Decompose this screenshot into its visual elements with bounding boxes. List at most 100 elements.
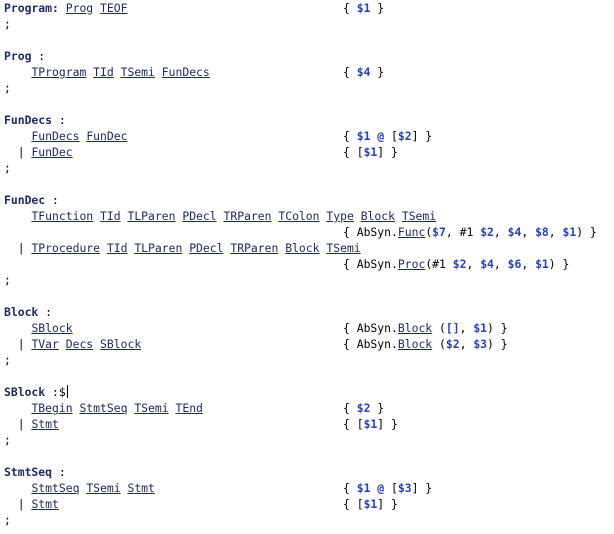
- symbol-reference[interactable]: TLParen: [134, 241, 182, 255]
- constructor-reference[interactable]: Func: [398, 225, 425, 239]
- symbol-reference[interactable]: TRParen: [230, 241, 278, 255]
- code-text: ,: [521, 257, 536, 271]
- code-text: [: [384, 129, 398, 143]
- grammar-rule-text: ;: [4, 160, 11, 176]
- symbol-reference[interactable]: TBegin: [31, 401, 72, 415]
- symbol-reference[interactable]: FunDecs: [162, 65, 210, 79]
- symbol-reference[interactable]: TVar: [31, 337, 58, 351]
- symbol-reference[interactable]: TSemi: [326, 241, 360, 255]
- semantic-action: { AbSyn.Block ($2, $3) }: [343, 336, 508, 352]
- code-text: :: [52, 113, 66, 127]
- dollar-variable: $1: [363, 145, 378, 159]
- symbol-reference[interactable]: SBlock: [100, 337, 141, 351]
- code-text: { AbSyn.: [343, 225, 398, 239]
- symbol-reference[interactable]: Stmt: [31, 417, 58, 431]
- dollar-variable: $2: [480, 225, 494, 239]
- symbol-reference[interactable]: TSemi: [134, 401, 168, 415]
- grammar-rule-text: | Stmt: [4, 416, 59, 432]
- symbol-reference[interactable]: StmtSeq: [31, 481, 79, 495]
- symbol-reference[interactable]: TEOF: [100, 1, 127, 15]
- dollar-variable: $8: [535, 225, 549, 239]
- code-text: ;: [4, 161, 11, 175]
- symbol-reference[interactable]: TLParen: [127, 209, 175, 223]
- code-text: |: [4, 337, 32, 351]
- symbol-reference[interactable]: TFunction: [31, 209, 93, 223]
- nonterminal-name: FunDec: [4, 193, 46, 207]
- code-text: ) }: [487, 321, 508, 335]
- grammar-rule-text: Block :: [4, 304, 52, 320]
- nonterminal-name: Program:: [4, 1, 59, 15]
- symbol-reference[interactable]: StmtSeq: [79, 401, 127, 415]
- symbol-reference[interactable]: FunDec: [86, 129, 127, 143]
- symbol-reference[interactable]: TId: [107, 241, 128, 255]
- dollar-variable: $2: [452, 257, 467, 271]
- grammar-rule-text: SBlock: [4, 320, 72, 336]
- dollar-variable: $4: [480, 257, 494, 271]
- symbol-reference[interactable]: Prog: [66, 1, 93, 15]
- symbol-reference[interactable]: TSemi: [86, 481, 120, 495]
- code-text: ] }: [411, 129, 433, 143]
- symbol-reference[interactable]: TId: [93, 65, 114, 79]
- symbol-reference[interactable]: Block: [285, 241, 319, 255]
- symbol-reference[interactable]: PDecl: [189, 241, 223, 255]
- symbol-reference[interactable]: TId: [100, 209, 121, 223]
- semantic-action: { $4 }: [343, 64, 384, 80]
- grammar-rule-text: ;: [4, 352, 11, 368]
- grammar-rule-text: ;: [4, 16, 11, 32]
- semantic-action: { AbSyn.Block ([], $1) }: [343, 320, 508, 336]
- code-text: ;: [4, 433, 11, 447]
- semantic-action: { $1 @ [$3] }: [343, 480, 432, 496]
- code-text: { [: [343, 497, 364, 511]
- code-editor[interactable]: Program: Prog TEOF { $1 }; Prog : TProgram…: [4, 0, 614, 534]
- code-text: ,: [459, 337, 474, 351]
- symbol-reference[interactable]: FunDec: [31, 145, 72, 159]
- code-text: ,: [459, 321, 474, 335]
- nonterminal-name: StmtSeq: [4, 465, 53, 479]
- grammar-rule-text: ;: [4, 432, 11, 448]
- symbol-reference[interactable]: TSemi: [121, 65, 155, 79]
- code-text: {: [343, 1, 357, 15]
- constructor-reference[interactable]: Block: [398, 337, 432, 351]
- constructor-reference[interactable]: Block: [398, 321, 432, 335]
- dollar-variable: $4: [356, 65, 371, 79]
- code-text: ,: [521, 225, 536, 239]
- nonterminal-name: SBlock: [4, 385, 46, 399]
- symbol-reference[interactable]: Stmt: [31, 497, 58, 511]
- constructor-reference[interactable]: Proc: [398, 257, 425, 271]
- symbol-reference[interactable]: TRParen: [224, 209, 272, 223]
- symbol-reference[interactable]: TEnd: [175, 401, 202, 415]
- dollar-variable: $3: [397, 481, 412, 495]
- symbol-reference[interactable]: TColon: [278, 209, 319, 223]
- dollar-variable: $1: [535, 257, 549, 271]
- code-text: ] }: [411, 481, 433, 495]
- code-text: (: [432, 337, 446, 351]
- symbol-reference[interactable]: TSemi: [402, 209, 436, 223]
- code-text: { AbSyn.: [343, 257, 398, 271]
- symbol-reference[interactable]: FunDecs: [31, 129, 79, 143]
- code-text: { [: [343, 145, 364, 159]
- symbol-reference[interactable]: Stmt: [127, 481, 154, 495]
- code-text: {: [343, 65, 357, 79]
- dollar-variable: $1: [363, 497, 378, 511]
- grammar-rule-text: | FunDec: [4, 144, 73, 160]
- grammar-rule-text: | TProcedure TId TLParen PDecl TRParen B…: [4, 240, 361, 256]
- grammar-rule-text: FunDecs :: [4, 112, 66, 128]
- symbol-reference[interactable]: PDecl: [182, 209, 216, 223]
- symbol-reference[interactable]: Block: [361, 209, 395, 223]
- grammar-rule-text: ;: [4, 512, 11, 528]
- symbol-reference[interactable]: Decs: [66, 337, 93, 351]
- code-text: }: [370, 1, 385, 15]
- symbol-reference[interactable]: Type: [326, 209, 353, 223]
- symbol-reference[interactable]: TProgram: [31, 65, 86, 79]
- code-text: ) }: [548, 257, 570, 271]
- symbol-reference[interactable]: SBlock: [31, 321, 72, 335]
- symbol-reference[interactable]: TProcedure: [31, 241, 100, 255]
- semantic-action: { [$1] }: [343, 416, 398, 432]
